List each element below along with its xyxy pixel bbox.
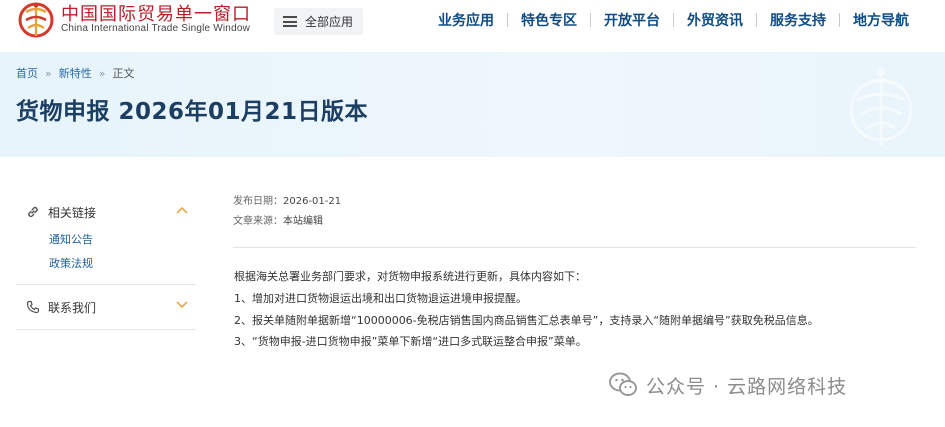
sidebar-related-links-list: 通知公告 政策法规 [16,228,196,284]
breadcrumb-current: 正文 [112,67,135,80]
article-date-value: 2026-01-21 [283,196,342,207]
nav-divider [507,13,508,27]
article-date-label: 发布日期： [233,196,283,207]
link-icon [28,206,38,218]
all-apps-label: 全部应用 [305,15,354,29]
all-apps-button[interactable]: 全部应用 [274,8,363,35]
site-subtitle: China International Trade Single Window [61,23,251,34]
article-source-label: 文章来源： [233,216,283,227]
sidebar-related-links-label: 相关链接 [48,205,97,220]
wechat-icon [609,372,637,396]
sidebar-item-policies[interactable]: 政策法规 [16,252,196,276]
page-banner: 首页 » 新特性 » 正文 货物申报 2026年01月21日版本 [0,52,945,157]
page-title: 货物申报 2026年01月21日版本 [16,99,369,125]
sidebar-divider [16,329,196,330]
breadcrumb-home[interactable]: 首页 [16,65,38,81]
sidebar-related-links-toggle[interactable]: 相关链接 [16,190,196,234]
phone-icon [26,300,40,314]
nav-divider [756,13,757,27]
breadcrumb-separator: » [45,66,52,80]
article-date: 发布日期：2026-01-21 [233,192,341,207]
nav-business-apps[interactable]: 业务应用 [438,10,494,30]
sidebar-contact-toggle[interactable]: 联系我们 [16,285,196,329]
breadcrumb-separator: » [98,66,106,80]
breadcrumb-section[interactable]: 新特性 [59,65,92,81]
breadcrumb: 首页 » 新特性 » 正文 [16,65,134,81]
chevron-down-icon [176,301,188,309]
nav-divider [839,13,840,27]
article-source: 文章来源：本站编辑 [233,212,323,227]
nav-open-platform[interactable]: 开放平台 [604,10,660,30]
site-header: 中国国际贸易单一窗口 China International Trade Sin… [0,0,945,52]
article-paragraph: 2、报关单随附单据新增“10000006-免税店销售国内商品销售汇总表单号”，支… [234,314,819,327]
nav-divider [590,13,591,27]
nav-local-navigation[interactable]: 地方导航 [853,10,909,30]
sidebar-contact-label: 联系我们 [48,300,97,315]
customs-emblem-icon [849,68,913,146]
sidebar: 相关链接 通知公告 政策法规 联系我们 [16,190,196,330]
nav-trade-news[interactable]: 外贸资讯 [687,10,743,30]
chevron-up-icon [176,206,188,214]
article-divider [233,247,916,248]
article-paragraph: 1、增加对进口货物退运出境和出口货物退运进境申报提醒。 [234,292,527,305]
article-paragraph: 3、“货物申报-进口货物申报”菜单下新增“进口多式联运整合申报”菜单。 [234,335,587,348]
site-logo[interactable] [14,0,58,40]
article-paragraph: 根据海关总署业务部门要求，对货物申报系统进行更新，具体内容如下： [234,270,586,283]
nav-featured-zone[interactable]: 特色专区 [521,10,577,30]
watermark: 公众号 · 云路网络科技 [608,371,847,399]
main-nav: 业务应用 特色专区 开放平台 外贸资讯 服务支持 地方导航 [438,10,909,30]
watermark-text: 公众号 · 云路网络科技 [646,375,848,398]
nav-service-support[interactable]: 服务支持 [770,10,826,30]
article-source-value: 本站编辑 [283,216,323,227]
menu-icon [283,16,297,27]
nav-divider [673,13,674,27]
